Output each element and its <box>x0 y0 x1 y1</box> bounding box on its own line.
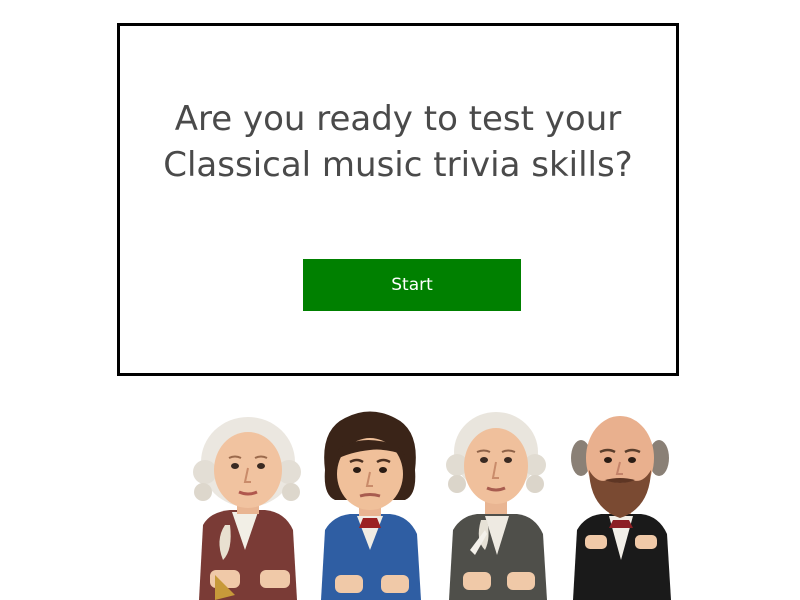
page: Are you ready to test your Classical mus… <box>0 0 800 600</box>
quiz-question: Are you ready to test your Classical mus… <box>163 99 633 185</box>
composer-figurines-illustration <box>193 411 671 600</box>
quiz-card: Are you ready to test your Classical mus… <box>117 23 679 376</box>
start-button[interactable]: Start <box>303 259 521 311</box>
beethoven-figurine <box>321 411 421 600</box>
mozart-figurine <box>193 417 301 600</box>
bach-figurine <box>446 412 547 600</box>
composer-figurines <box>185 400 685 600</box>
tchaikovsky-figurine <box>571 416 671 600</box>
